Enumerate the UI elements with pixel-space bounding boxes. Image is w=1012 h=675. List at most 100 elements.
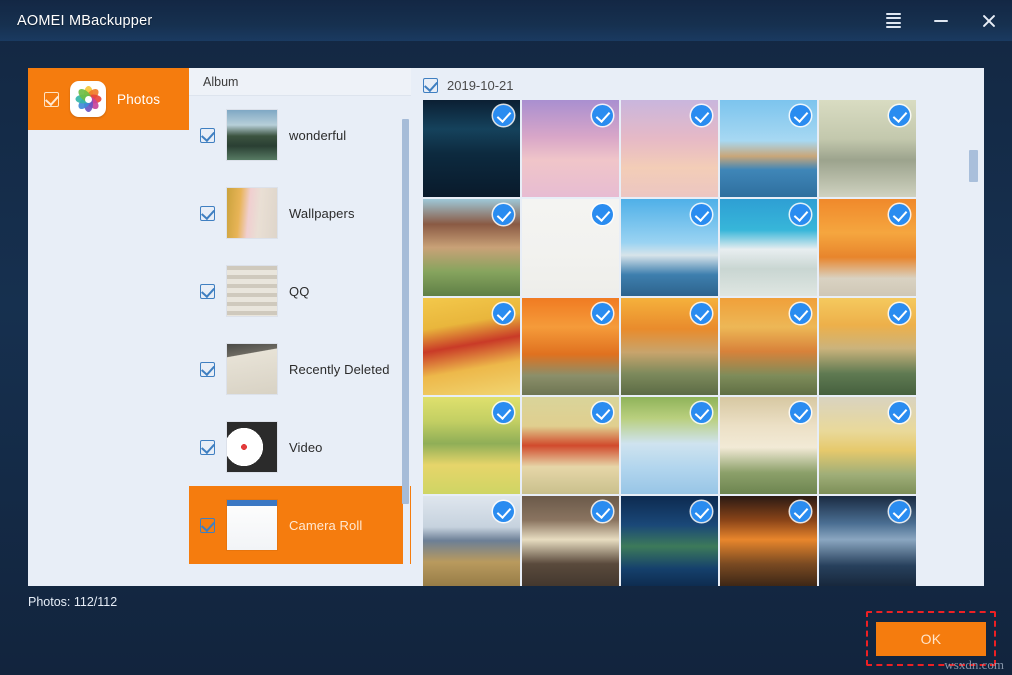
- photo-selected-check-icon[interactable]: [493, 204, 514, 225]
- photo-selected-check-icon[interactable]: [790, 501, 811, 522]
- photo-thumbnail[interactable]: [621, 298, 718, 395]
- ok-button[interactable]: OK: [876, 622, 986, 656]
- album-panel: Album wonderful Wallpapers QQ Recently Dele…: [189, 68, 411, 586]
- album-item-label: Wallpapers: [289, 206, 355, 221]
- photo-selected-check-icon[interactable]: [691, 105, 712, 126]
- photo-thumbnail[interactable]: [621, 397, 718, 494]
- date-group-checkbox[interactable]: [423, 78, 438, 93]
- photo-thumbnail[interactable]: [720, 496, 817, 586]
- photos-checkbox[interactable]: [44, 92, 59, 107]
- photo-selected-check-icon[interactable]: [691, 303, 712, 324]
- photo-thumbnail[interactable]: [819, 100, 916, 197]
- photo-thumbnail[interactable]: [522, 298, 619, 395]
- sidebar-item-photos[interactable]: Photos: [28, 68, 189, 130]
- photo-thumbnail[interactable]: [621, 100, 718, 197]
- photo-thumbnail[interactable]: [720, 397, 817, 494]
- window-controls: [880, 0, 1002, 41]
- album-item[interactable]: Camera Roll: [189, 486, 411, 564]
- grid-scrollbar-thumb[interactable]: [969, 150, 978, 182]
- list-icon: [886, 13, 901, 29]
- photos-flower-icon: [70, 81, 106, 117]
- date-group-header: 2019-10-21: [411, 68, 984, 94]
- album-scrollbar-thumb[interactable]: [402, 119, 409, 504]
- sidebar-item-label: Photos: [117, 92, 160, 107]
- watermark: wsxdn.com: [944, 657, 1004, 673]
- photo-selected-check-icon[interactable]: [592, 204, 613, 225]
- album-thumbnail: [227, 422, 277, 472]
- album-item-checkbox[interactable]: [200, 206, 215, 221]
- photo-selected-check-icon[interactable]: [790, 105, 811, 126]
- photo-thumbnail[interactable]: [423, 298, 520, 395]
- photo-selected-check-icon[interactable]: [889, 105, 910, 126]
- photo-thumbnail[interactable]: [819, 397, 916, 494]
- window-title: AOMEI MBackupper: [17, 13, 152, 29]
- photo-selected-check-icon[interactable]: [493, 105, 514, 126]
- album-item[interactable]: Video: [189, 408, 411, 486]
- photo-selected-check-icon[interactable]: [691, 204, 712, 225]
- photo-selected-check-icon[interactable]: [889, 303, 910, 324]
- close-icon: [981, 13, 997, 29]
- photo-thumbnail[interactable]: [720, 100, 817, 197]
- photo-selected-check-icon[interactable]: [592, 105, 613, 126]
- source-column: Photos: [28, 68, 189, 586]
- photo-selected-check-icon[interactable]: [889, 402, 910, 423]
- photo-grid-panel: 2019-10-21: [411, 68, 984, 586]
- album-list: wonderful Wallpapers QQ Recently Deleted Vid…: [189, 96, 411, 586]
- title-bar: AOMEI MBackupper: [0, 0, 1012, 41]
- album-item-label: QQ: [289, 284, 309, 299]
- album-item[interactable]: Wallpapers: [189, 174, 411, 252]
- photo-selected-check-icon[interactable]: [790, 303, 811, 324]
- album-item-label: Video: [289, 440, 323, 455]
- photo-thumbnail[interactable]: [522, 496, 619, 586]
- photo-thumbnail[interactable]: [423, 100, 520, 197]
- photo-selected-check-icon[interactable]: [592, 501, 613, 522]
- status-text: Photos: 112/112: [28, 595, 117, 609]
- minimize-button[interactable]: [928, 8, 954, 34]
- main-content: Photos Album wonderful Wallpapers QQ Recent…: [28, 68, 984, 586]
- album-item-checkbox[interactable]: [200, 440, 215, 455]
- album-header: Album: [189, 68, 411, 96]
- photo-thumbnail[interactable]: [423, 199, 520, 296]
- album-item-checkbox[interactable]: [200, 362, 215, 377]
- close-button[interactable]: [976, 8, 1002, 34]
- photo-thumbnail[interactable]: [522, 199, 619, 296]
- photo-selected-check-icon[interactable]: [691, 402, 712, 423]
- photo-selected-check-icon[interactable]: [790, 204, 811, 225]
- photo-selected-check-icon[interactable]: [790, 402, 811, 423]
- photo-thumbnail[interactable]: [720, 298, 817, 395]
- album-item[interactable]: wonderful: [189, 96, 411, 174]
- photo-thumbnail[interactable]: [423, 397, 520, 494]
- photo-selected-check-icon[interactable]: [493, 402, 514, 423]
- album-scrollbar-track[interactable]: [403, 96, 410, 586]
- album-item-label: Camera Roll: [289, 518, 362, 533]
- album-item-label: Recently Deleted: [289, 362, 390, 377]
- photo-selected-check-icon[interactable]: [592, 402, 613, 423]
- photo-selected-check-icon[interactable]: [592, 303, 613, 324]
- photo-thumbnail[interactable]: [819, 496, 916, 586]
- photo-thumbnail[interactable]: [819, 199, 916, 296]
- photo-selected-check-icon[interactable]: [691, 501, 712, 522]
- menu-button[interactable]: [880, 8, 906, 34]
- date-group-label: 2019-10-21: [447, 78, 514, 93]
- photo-selected-check-icon[interactable]: [889, 204, 910, 225]
- photo-thumbnail[interactable]: [522, 397, 619, 494]
- photo-thumbnail[interactable]: [423, 496, 520, 586]
- album-item[interactable]: Recently Deleted: [189, 330, 411, 408]
- album-thumbnail: [227, 188, 277, 238]
- photo-thumbnail[interactable]: [621, 496, 718, 586]
- album-item-label: wonderful: [289, 128, 346, 143]
- photo-selected-check-icon[interactable]: [493, 303, 514, 324]
- album-item-checkbox[interactable]: [200, 284, 215, 299]
- album-thumbnail: [227, 266, 277, 316]
- photo-thumbnail[interactable]: [522, 100, 619, 197]
- photo-thumbnail[interactable]: [819, 298, 916, 395]
- album-item[interactable]: QQ: [189, 252, 411, 330]
- photo-selected-check-icon[interactable]: [889, 501, 910, 522]
- album-thumbnail: [227, 344, 277, 394]
- photo-thumbnail[interactable]: [621, 199, 718, 296]
- album-item-checkbox[interactable]: [200, 128, 215, 143]
- photo-thumbnail[interactable]: [720, 199, 817, 296]
- photo-grid: [411, 94, 984, 586]
- photo-selected-check-icon[interactable]: [493, 501, 514, 522]
- album-item-checkbox[interactable]: [200, 518, 215, 533]
